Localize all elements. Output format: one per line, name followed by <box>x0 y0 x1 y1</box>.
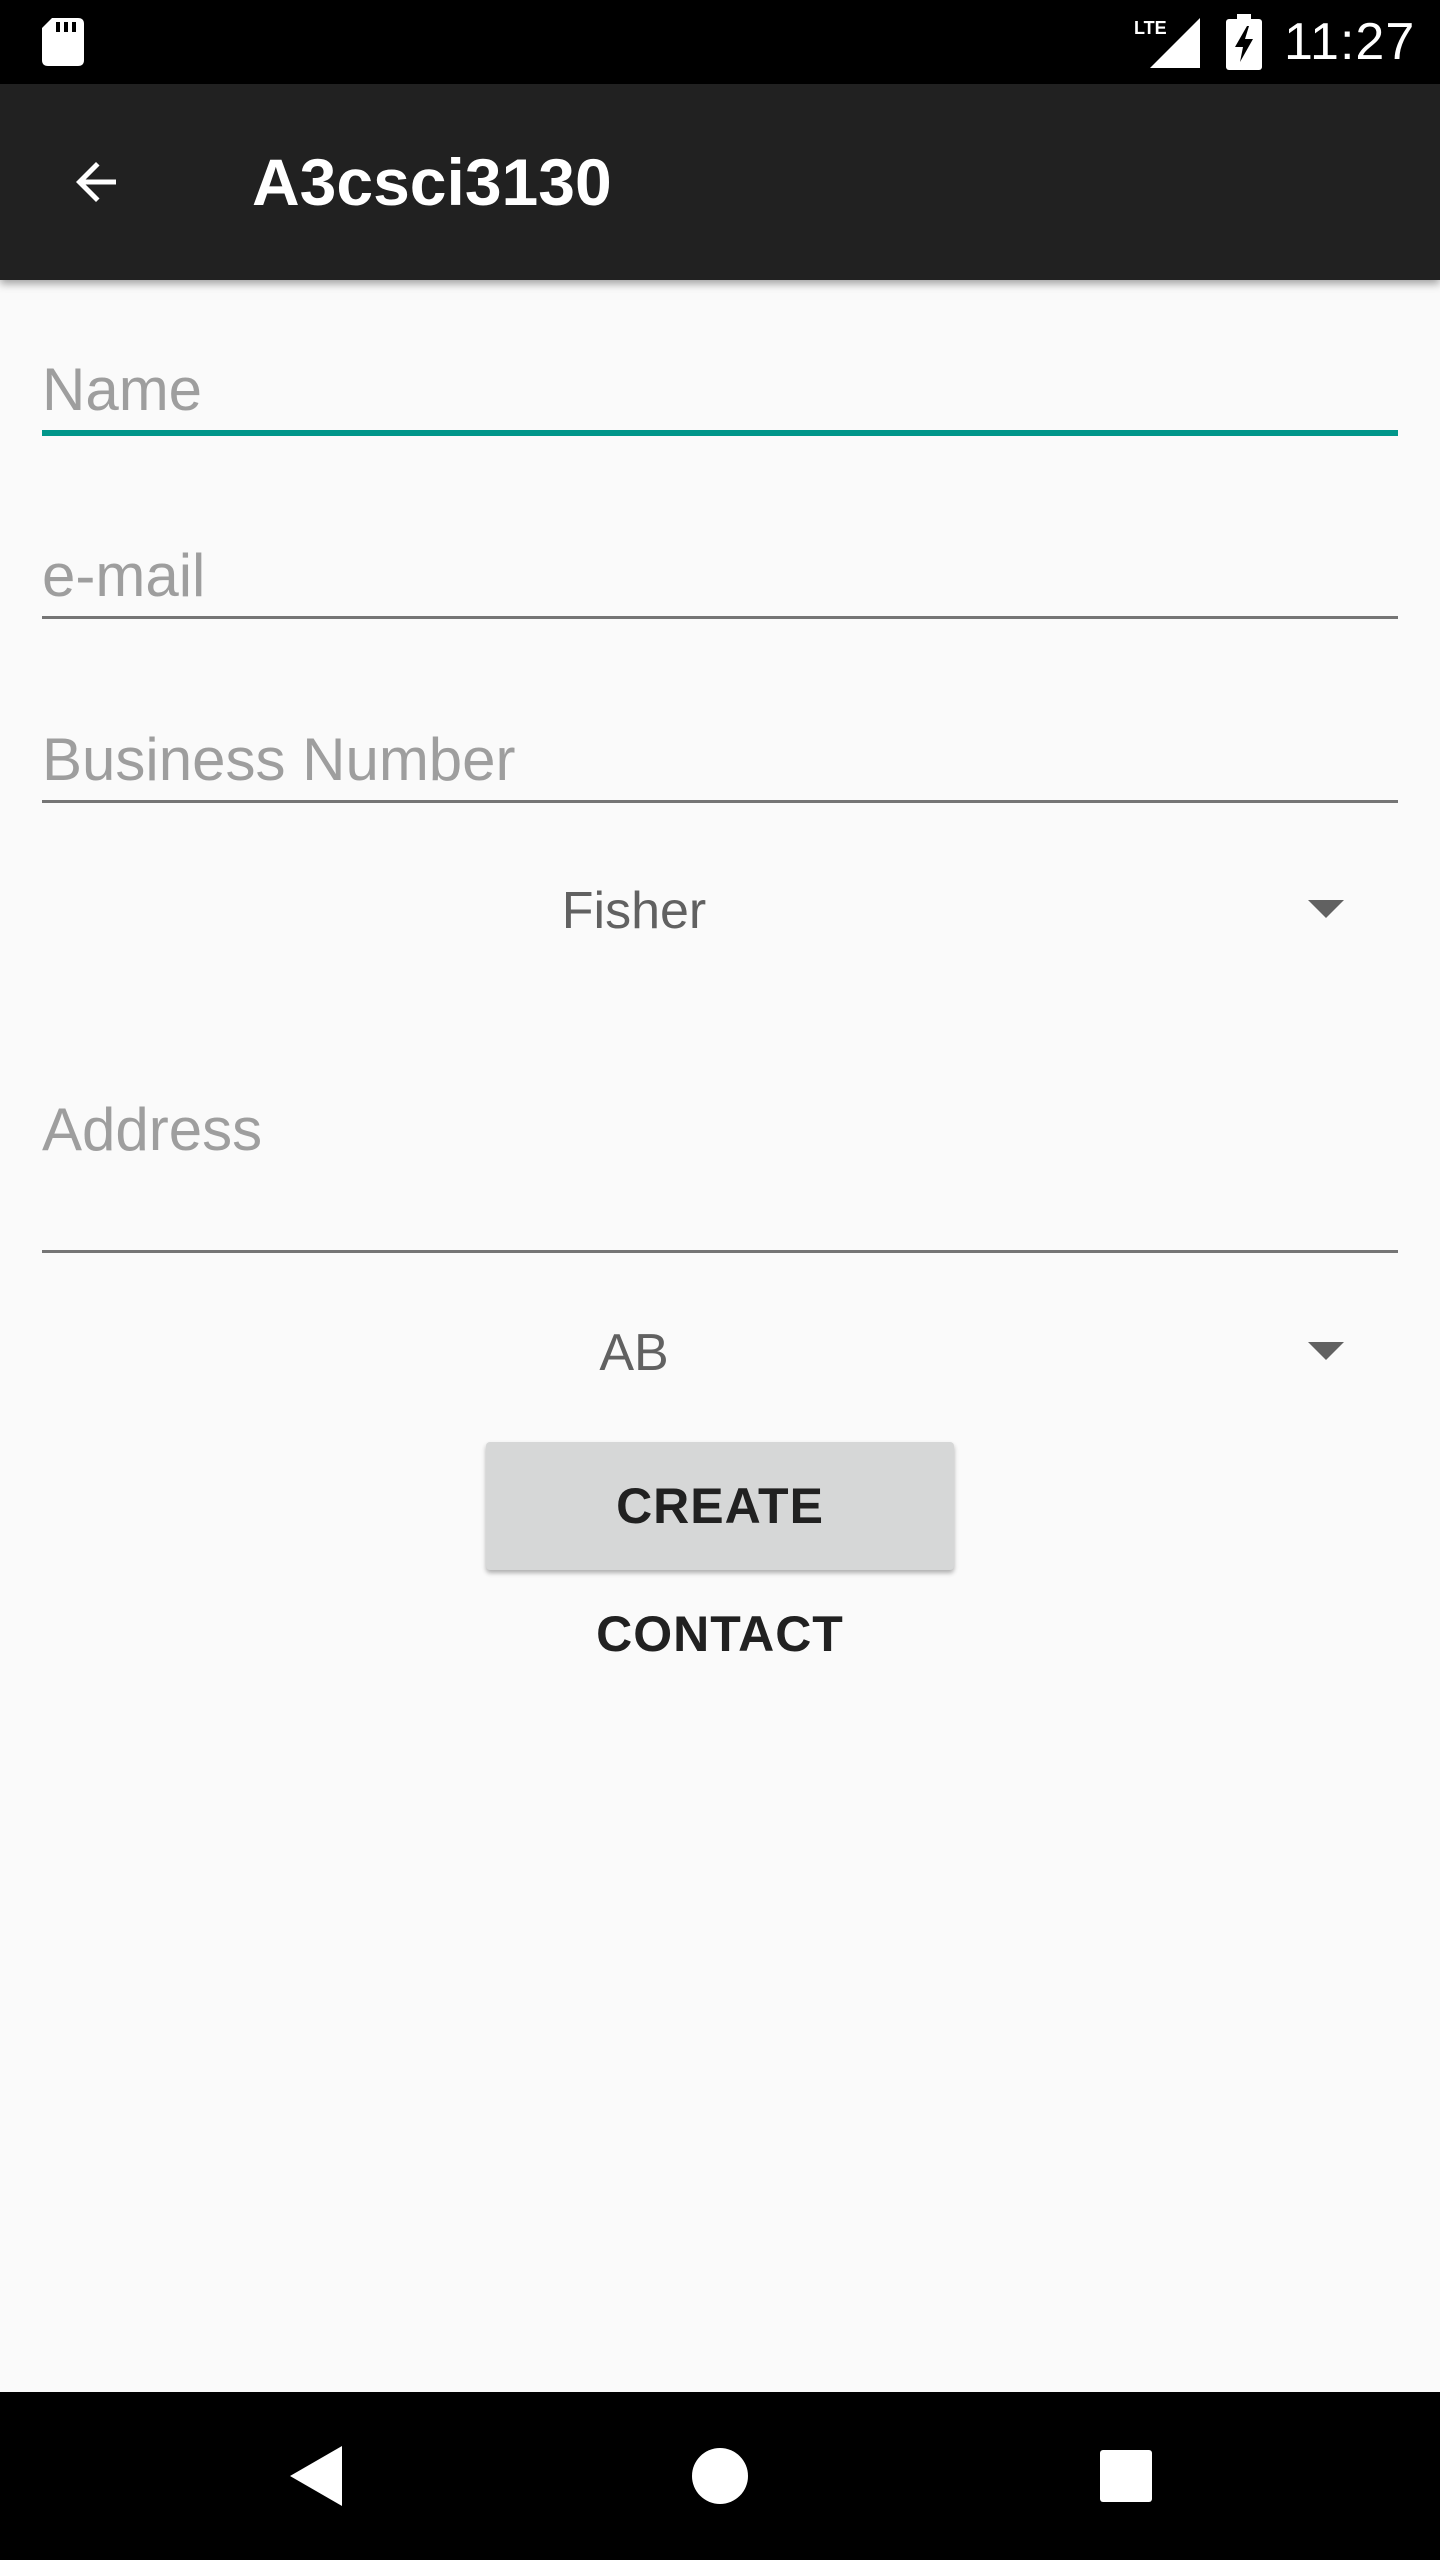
nav-back-button[interactable] <box>266 2426 366 2526</box>
home-circle-icon <box>692 2448 748 2504</box>
battery-charging-icon <box>1226 14 1262 70</box>
back-triangle-icon <box>290 2446 342 2506</box>
email-field[interactable] <box>42 536 1398 619</box>
business-type-selected: Fisher <box>561 882 707 940</box>
dropdown-arrow-icon <box>1308 1342 1344 1360</box>
province-spinner[interactable]: AB <box>42 1298 1398 1408</box>
status-bar: LTE 11:27 <box>0 0 1440 84</box>
page-title: A3csci3130 <box>252 145 612 219</box>
lte-signal-icon: LTE <box>1134 18 1200 68</box>
back-button[interactable] <box>40 126 152 238</box>
business-type-spinner[interactable]: Fisher <box>42 856 1398 966</box>
name-field[interactable] <box>42 350 1398 436</box>
email-input[interactable] <box>42 536 1398 616</box>
navigation-bar <box>0 2392 1440 2560</box>
nav-home-button[interactable] <box>670 2426 770 2526</box>
business-number-input[interactable] <box>42 720 1398 800</box>
network-type-label: LTE <box>1134 18 1167 38</box>
address-input[interactable] <box>42 1090 1398 1170</box>
app-bar: A3csci3130 <box>0 84 1440 280</box>
arrow-back-icon <box>76 162 116 202</box>
name-input[interactable] <box>42 350 1398 430</box>
business-number-field[interactable] <box>42 720 1398 803</box>
recents-square-icon <box>1100 2450 1152 2502</box>
nav-recents-button[interactable] <box>1076 2426 1176 2526</box>
create-contact-button[interactable]: CREATE CONTACT <box>486 1442 954 1662</box>
sd-card-icon <box>42 18 84 66</box>
province-selected: AB <box>599 1324 669 1382</box>
dropdown-arrow-icon <box>1308 900 1344 918</box>
address-field[interactable] <box>42 1090 1398 1253</box>
status-clock: 11:27 <box>1284 13 1416 71</box>
